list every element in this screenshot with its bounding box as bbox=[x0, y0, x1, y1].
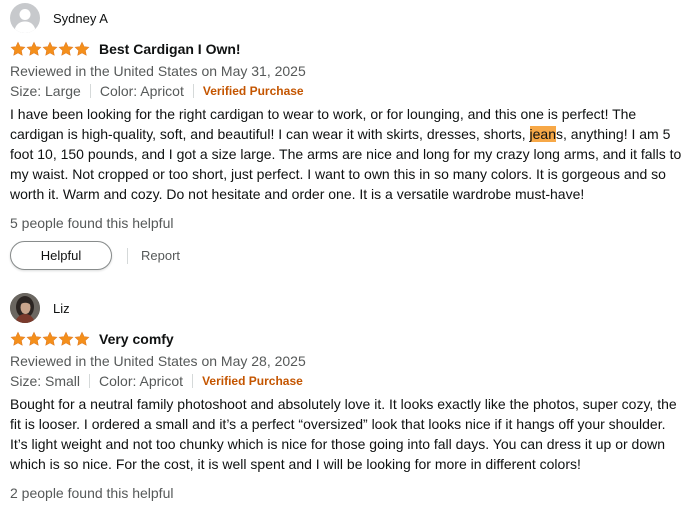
reviewer-name[interactable]: Sydney A bbox=[53, 11, 108, 26]
star-icon bbox=[26, 41, 42, 56]
review-body: Bought for a neutral family photoshoot a… bbox=[10, 396, 677, 472]
review-body: I have been looking for the right cardig… bbox=[10, 104, 686, 204]
default-avatar-icon[interactable] bbox=[10, 3, 40, 33]
user-photo-avatar[interactable] bbox=[10, 293, 40, 323]
size-attribute[interactable]: Size: Large bbox=[10, 81, 81, 101]
rating-line: Best Cardigan I Own! bbox=[10, 40, 686, 58]
review-card: Liz Very comfy Reviewed in the United St… bbox=[10, 293, 686, 503]
color-attribute[interactable]: Color: Apricot bbox=[100, 81, 184, 101]
format-strip[interactable]: Size: Small Color: Apricot Verified Purc… bbox=[10, 371, 686, 391]
divider bbox=[192, 374, 194, 388]
helpful-button[interactable]: Helpful bbox=[10, 241, 112, 270]
star-icon bbox=[26, 331, 42, 346]
rating-line: Very comfy bbox=[10, 330, 686, 348]
reviewer-name[interactable]: Liz bbox=[53, 301, 70, 316]
star-icon bbox=[42, 331, 58, 346]
star-icon bbox=[74, 41, 90, 56]
verified-purchase-badge[interactable]: Verified Purchase bbox=[203, 81, 304, 101]
report-link[interactable]: Report bbox=[141, 248, 180, 263]
search-highlight: jean bbox=[529, 126, 556, 142]
verified-purchase-badge[interactable]: Verified Purchase bbox=[202, 371, 303, 391]
review-date: Reviewed in the United States on May 28,… bbox=[10, 353, 306, 369]
divider bbox=[89, 84, 91, 98]
review-date: Reviewed in the United States on May 31,… bbox=[10, 63, 306, 79]
star-rating[interactable] bbox=[10, 41, 90, 57]
star-icon bbox=[74, 331, 90, 346]
star-icon bbox=[10, 41, 26, 56]
size-attribute[interactable]: Size: Small bbox=[10, 371, 80, 391]
color-attribute[interactable]: Color: Apricot bbox=[99, 371, 183, 391]
review-actions: Helpful Report bbox=[10, 241, 686, 270]
helpful-count: 2 people found this helpful bbox=[10, 485, 174, 501]
format-strip[interactable]: Size: Large Color: Apricot Verified Purc… bbox=[10, 81, 686, 101]
star-rating[interactable] bbox=[10, 331, 90, 347]
review-title[interactable]: Very comfy bbox=[99, 331, 174, 347]
star-icon bbox=[42, 41, 58, 56]
review-title[interactable]: Best Cardigan I Own! bbox=[99, 41, 241, 57]
star-icon bbox=[58, 41, 74, 56]
star-icon bbox=[10, 331, 26, 346]
divider bbox=[127, 247, 128, 264]
divider bbox=[89, 374, 91, 388]
helpful-count: 5 people found this helpful bbox=[10, 215, 174, 231]
review-card: Sydney A Best Cardigan I Own! Reviewed i… bbox=[10, 3, 686, 270]
divider bbox=[192, 84, 194, 98]
star-icon bbox=[58, 331, 74, 346]
reviewer-profile[interactable]: Liz bbox=[10, 293, 686, 323]
reviewer-profile[interactable]: Sydney A bbox=[10, 3, 686, 33]
